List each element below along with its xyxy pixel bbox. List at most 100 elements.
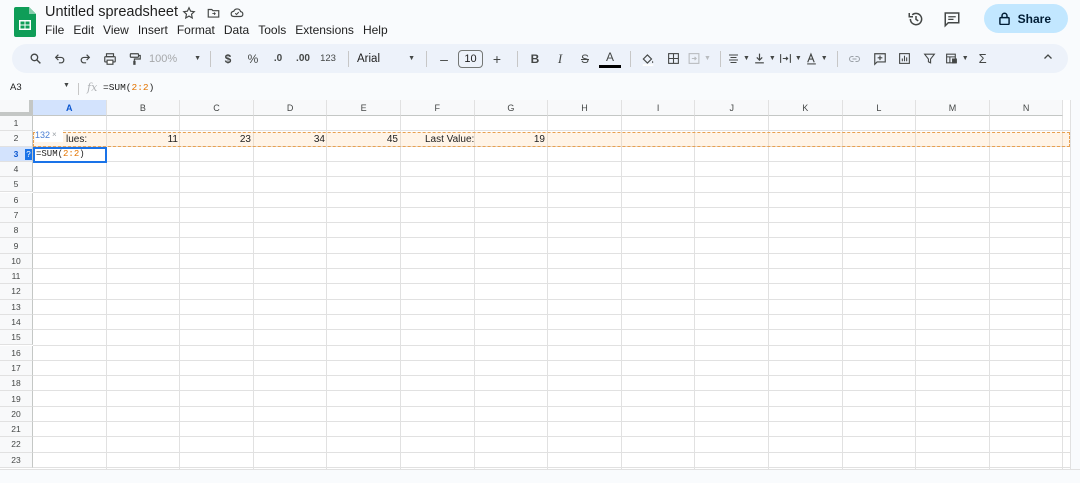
row-header-10[interactable]: 10 <box>0 253 33 269</box>
row-header-7[interactable]: 7 <box>0 207 33 224</box>
menu-view[interactable]: View <box>103 23 134 37</box>
menu-edit[interactable]: Edit <box>73 23 99 37</box>
collapse-toolbar-icon[interactable] <box>1042 50 1054 68</box>
cells-area[interactable]: lues: 11 23 34 Last Value: 45 19 132 × =… <box>33 116 1070 469</box>
undo-icon[interactable] <box>49 48 71 70</box>
text-color-button[interactable]: A <box>599 50 621 68</box>
cell-f2[interactable]: Last Value: <box>425 132 474 147</box>
percent-format-button[interactable]: % <box>242 48 264 70</box>
vertical-align-icon[interactable]: ▼ <box>753 48 776 70</box>
version-history-icon[interactable] <box>904 7 928 31</box>
currency-format-button[interactable]: $ <box>217 48 239 70</box>
row-header-5[interactable]: 5 <box>0 177 33 193</box>
cell-g2[interactable]: 19 <box>475 132 545 147</box>
cell-b2[interactable]: 11 <box>108 132 178 147</box>
row-header-1[interactable]: 1 <box>0 116 33 132</box>
insert-link-icon[interactable] <box>844 48 866 70</box>
row-header-14[interactable]: 14 <box>0 314 33 331</box>
increase-font-size-button[interactable]: + <box>486 48 508 70</box>
horizontal-scrollbar[interactable] <box>0 469 1080 483</box>
active-cell-editor[interactable]: =SUM(2:2) <box>33 147 107 163</box>
formula-input[interactable]: =SUM(2:2) <box>103 82 154 93</box>
document-title[interactable]: Untitled spreadsheet <box>45 4 178 20</box>
menu-insert[interactable]: Insert <box>138 23 173 37</box>
filter-views-icon[interactable]: ▼ <box>944 48 969 70</box>
formula-help-icon[interactable]: ? <box>25 149 32 160</box>
zoom-select[interactable]: 100% ▼ <box>149 48 201 70</box>
cell-e2[interactable]: 45 <box>328 132 398 147</box>
menu-data[interactable]: Data <box>224 23 254 37</box>
fill-color-icon[interactable] <box>637 48 659 70</box>
row-header-15[interactable]: 15 <box>0 330 33 346</box>
column-header-m[interactable]: M <box>916 100 990 116</box>
select-all-corner[interactable] <box>0 100 33 116</box>
strikethrough-button[interactable]: S <box>574 48 596 70</box>
number-format-button[interactable]: 123 <box>317 48 339 70</box>
cell-d2[interactable]: 34 <box>255 132 325 147</box>
column-header-e[interactable]: E <box>327 100 401 116</box>
decrease-font-size-button[interactable]: – <box>433 48 455 70</box>
cell-a2[interactable]: lues: <box>66 132 87 147</box>
insert-chart-icon[interactable] <box>894 48 916 70</box>
column-header-k[interactable]: K <box>769 100 843 116</box>
column-header-c[interactable]: C <box>180 100 254 116</box>
menu-tools[interactable]: Tools <box>258 23 291 37</box>
row-header-8[interactable]: 8 <box>0 223 33 239</box>
italic-button[interactable]: I <box>549 48 571 70</box>
filter-icon[interactable] <box>919 48 941 70</box>
row-header-17[interactable]: 17 <box>0 360 33 377</box>
row-header-16[interactable]: 16 <box>0 345 33 361</box>
column-header-i[interactable]: I <box>621 100 696 116</box>
text-wrapping-icon[interactable]: ▼ <box>779 48 802 70</box>
column-header-h[interactable]: H <box>548 100 622 116</box>
cloud-saved-icon[interactable] <box>229 5 245 21</box>
column-header-l[interactable]: L <box>842 100 917 116</box>
name-box[interactable]: A3 <box>10 82 22 93</box>
row-header-22[interactable]: 22 <box>0 437 33 453</box>
column-header-d[interactable]: D <box>253 100 328 116</box>
row-header-11[interactable]: 11 <box>0 269 33 285</box>
vertical-scrollbar[interactable] <box>1070 100 1080 469</box>
menu-format[interactable]: Format <box>177 23 220 37</box>
paint-format-icon[interactable] <box>124 48 146 70</box>
insert-comment-icon[interactable] <box>869 48 891 70</box>
star-icon[interactable] <box>181 5 197 21</box>
row-header-18[interactable]: 18 <box>0 376 33 392</box>
bold-button[interactable]: B <box>524 48 546 70</box>
row-header-19[interactable]: 19 <box>0 391 33 407</box>
column-header-j[interactable]: J <box>695 100 769 116</box>
increase-decimal-button[interactable]: .00 <box>292 48 314 70</box>
share-button[interactable]: Share <box>983 4 1068 33</box>
row-header-6[interactable]: 6 <box>0 192 33 208</box>
menu-file[interactable]: File <box>45 23 69 37</box>
borders-icon[interactable] <box>662 48 684 70</box>
comments-icon[interactable] <box>940 7 964 31</box>
text-rotation-icon[interactable]: ▼ <box>805 48 828 70</box>
menu-extensions[interactable]: Extensions <box>295 23 359 37</box>
cell-c2[interactable]: 23 <box>181 132 251 147</box>
move-folder-icon[interactable] <box>205 5 221 21</box>
column-header-g[interactable]: G <box>474 100 549 116</box>
row-header-20[interactable]: 20 <box>0 406 33 422</box>
column-header-n[interactable]: N <box>989 100 1064 116</box>
search-menus-icon[interactable] <box>24 48 46 70</box>
font-family-select[interactable]: Arial ▼ <box>355 48 417 70</box>
row-header-23[interactable]: 23 <box>0 452 33 468</box>
functions-button[interactable]: Σ <box>972 48 994 70</box>
column-header-a[interactable]: A <box>33 100 107 116</box>
row-header-12[interactable]: 12 <box>0 284 33 300</box>
row-header-4[interactable]: 4 <box>0 161 33 178</box>
column-header-f[interactable]: F <box>401 100 475 116</box>
row-header-13[interactable]: 13 <box>0 299 33 315</box>
close-icon[interactable]: × <box>52 130 57 139</box>
menu-help[interactable]: Help <box>363 23 393 37</box>
column-header-b[interactable]: B <box>106 100 181 116</box>
font-size-input[interactable]: 10 <box>458 49 483 68</box>
print-icon[interactable] <box>99 48 121 70</box>
decrease-decimal-button[interactable]: .0 <box>267 48 289 70</box>
sheets-logo-icon[interactable] <box>14 7 36 37</box>
redo-icon[interactable] <box>74 48 96 70</box>
row-header-2[interactable]: 2 <box>0 131 33 147</box>
chevron-down-icon[interactable]: ▼ <box>63 82 70 89</box>
horizontal-align-icon[interactable]: ▼ <box>727 48 750 70</box>
